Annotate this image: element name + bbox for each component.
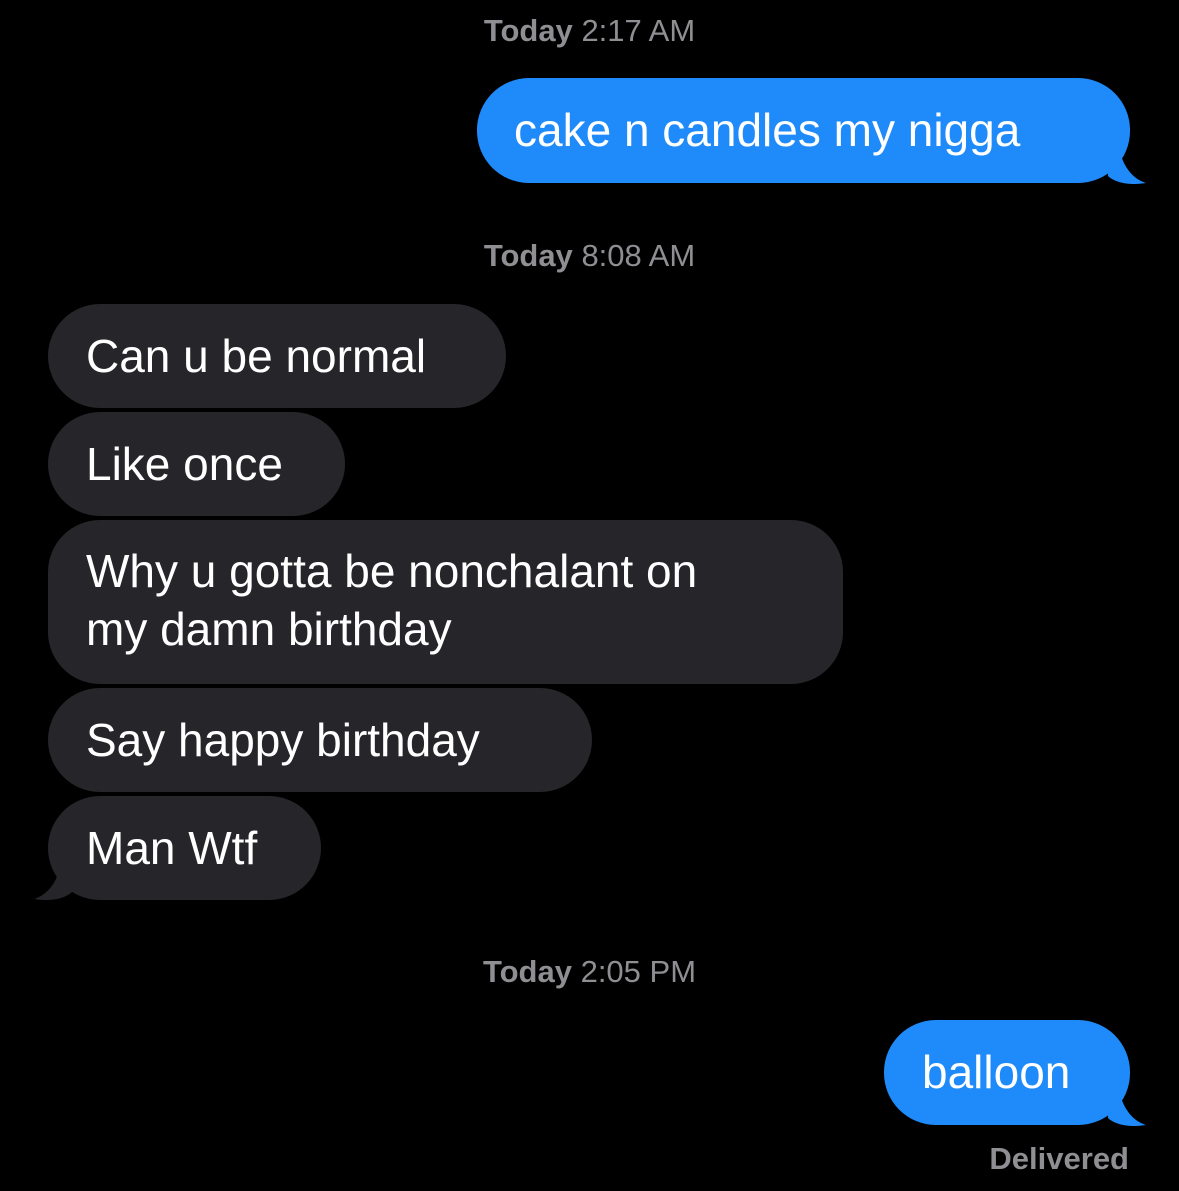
incoming-message[interactable]: Say happy birthday <box>48 688 592 792</box>
message-text: Like once <box>86 438 283 490</box>
timestamp-time: 2:05 PM <box>580 954 697 989</box>
message-text: balloon <box>922 1046 1071 1098</box>
incoming-message[interactable]: Why u gotta be nonchalant on my damn bir… <box>48 520 843 684</box>
message-text-line: Why u gotta be nonchalant on <box>86 545 698 597</box>
timestamp-header: Today 2:17 AM <box>0 13 1179 49</box>
outgoing-message[interactable]: cake n candles my nigga <box>477 78 1130 183</box>
incoming-message[interactable]: Like once <box>48 412 345 516</box>
outgoing-message[interactable]: balloon <box>884 1020 1130 1125</box>
message-text: Can u be normal <box>86 330 427 382</box>
timestamp-day: Today <box>483 238 573 273</box>
delivery-status: Delivered <box>989 1141 1129 1176</box>
message-text: Say happy birthday <box>86 714 480 766</box>
timestamp-header: Today 2:05 PM <box>0 954 1179 990</box>
message-text: cake n candles my nigga <box>514 104 1021 156</box>
incoming-message[interactable]: Can u be normal <box>48 304 506 408</box>
timestamp-header: Today 8:08 AM <box>0 238 1179 274</box>
incoming-message[interactable]: Man Wtf <box>48 796 321 900</box>
timestamp-day: Today <box>483 13 573 48</box>
message-text: Man Wtf <box>86 822 258 874</box>
message-text-line: my damn birthday <box>86 603 452 655</box>
timestamp-time: 8:08 AM <box>581 238 696 273</box>
timestamp-day: Today <box>482 954 572 989</box>
timestamp-time: 2:17 AM <box>581 13 696 48</box>
